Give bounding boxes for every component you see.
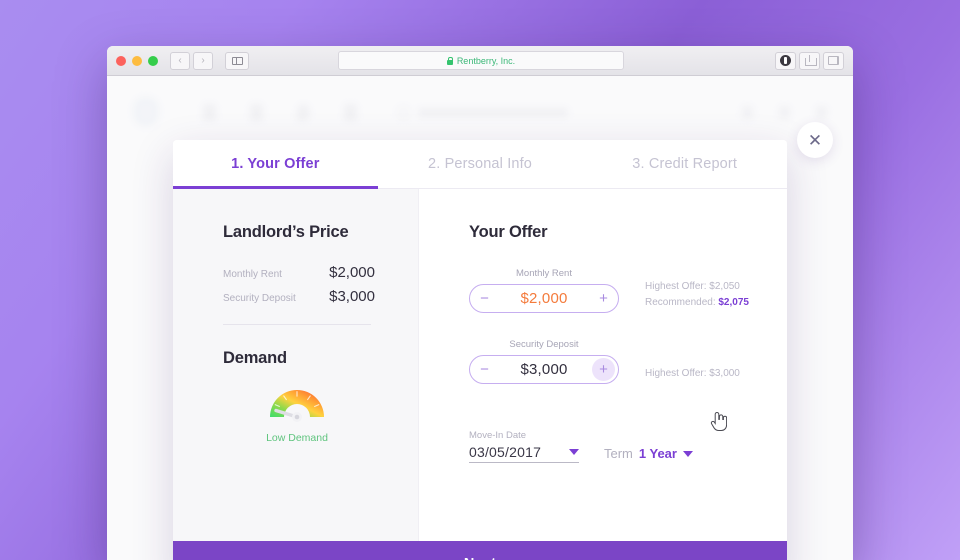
security-deposit-highest-offer: Highest Offer: $3,000	[645, 368, 740, 379]
monthly-rent-stepper-group: Monthly Rent − $2,000 +	[469, 268, 619, 313]
monthly-rent-recommended: Recommended: $2,075	[645, 295, 749, 311]
term-value: 1 Year	[638, 446, 677, 461]
landlord-price-title: Landlord’s Price	[223, 223, 349, 241]
your-offer-title: Your Offer	[469, 223, 548, 241]
security-deposit-hints: Highest Offer: $3,000	[645, 366, 740, 384]
landlord-price-panel: Landlord’s Price Monthly Rent $2,000 Sec…	[173, 189, 419, 541]
demand-gauge: Low Demand	[223, 384, 371, 444]
maximize-window-button[interactable]	[148, 55, 158, 66]
next-button-label: Next	[464, 556, 496, 560]
show-tabs-button[interactable]	[823, 51, 844, 70]
share-button[interactable]	[799, 51, 820, 70]
monthly-rent-field-label: Monthly Rent	[516, 268, 572, 279]
modal-tabbar: 1. Your Offer 2. Personal Info 3. Credit…	[173, 140, 787, 189]
browser-window: ‹ › Rentberry, Inc. ✕ 1. Your Offer 2. P…	[107, 46, 853, 560]
toolbar-right-buttons[interactable]	[775, 51, 844, 70]
your-offer-panel: Your Offer Monthly Rent − $2,000 + Highe…	[419, 189, 787, 541]
offer-modal: 1. Your Offer 2. Personal Info 3. Credit…	[173, 140, 787, 560]
address-bar-text: Rentberry, Inc.	[456, 55, 516, 66]
landlord-price-list: Monthly Rent $2,000 Security Deposit $3,…	[223, 264, 375, 305]
monthly-rent-value: $2,000	[329, 264, 375, 281]
security-deposit-stepper-group: Security Deposit − $3,000 +	[469, 339, 619, 384]
security-deposit-label: Security Deposit	[223, 293, 296, 304]
monthly-rent-input[interactable]: $2,000	[496, 290, 592, 307]
reader-icon	[780, 55, 791, 66]
tab-your-offer-label: 1. Your Offer	[231, 156, 320, 172]
panel-divider	[223, 324, 371, 325]
demand-title: Demand	[223, 349, 287, 367]
chevron-down-icon	[682, 450, 693, 457]
recommended-value: $2,075	[718, 297, 749, 308]
chevron-down-icon	[569, 449, 579, 455]
tab-personal-info[interactable]: 2. Personal Info	[378, 140, 583, 188]
sidebar-icon	[231, 56, 243, 65]
navigation-buttons[interactable]: ‹ ›	[170, 51, 213, 70]
tab-credit-report-label: 3. Credit Report	[632, 156, 738, 172]
reader-button[interactable]	[775, 51, 796, 70]
security-deposit-field-label: Security Deposit	[509, 339, 579, 350]
monthly-rent-hints: Highest Offer: $2,050 Recommended: $2,07…	[645, 279, 749, 313]
tab-credit-report[interactable]: 3. Credit Report	[582, 140, 787, 188]
security-deposit-value: $3,000	[329, 288, 375, 305]
demand-gauge-icon	[270, 390, 324, 422]
security-deposit-input[interactable]: $3,000	[496, 361, 592, 378]
back-button[interactable]: ‹	[170, 51, 190, 70]
tabs-icon	[828, 56, 839, 65]
move-in-date-label: Move-In Date	[469, 430, 527, 441]
address-bar[interactable]: Rentberry, Inc.	[338, 51, 624, 70]
security-deposit-offer-row: Security Deposit − $3,000 + Highest Offe…	[469, 339, 787, 384]
date-term-row: Move-In Date 03/05/2017 Term 1 Year	[469, 430, 787, 463]
price-row: Security Deposit $3,000	[223, 288, 375, 305]
close-modal-button[interactable]: ✕	[797, 122, 833, 158]
monthly-rent-label: Monthly Rent	[223, 269, 282, 280]
monthly-rent-offer-row: Monthly Rent − $2,000 + Highest Offer: $…	[469, 268, 787, 313]
security-deposit-decrement-button[interactable]: −	[473, 358, 496, 381]
monthly-rent-decrement-button[interactable]: −	[473, 287, 496, 310]
lock-icon	[446, 56, 454, 65]
sidebar-toggle-button[interactable]	[225, 51, 249, 70]
price-row: Monthly Rent $2,000	[223, 264, 375, 281]
move-in-date-value: 03/05/2017	[469, 444, 542, 460]
close-window-button[interactable]	[116, 55, 126, 66]
recommended-prefix: Recommended:	[645, 297, 719, 308]
monthly-rent-increment-button[interactable]: +	[592, 287, 615, 310]
forward-button[interactable]: ›	[193, 51, 213, 70]
monthly-rent-highest-offer: Highest Offer: $2,050	[645, 281, 740, 292]
security-deposit-increment-button[interactable]: +	[592, 358, 615, 381]
term-select[interactable]: Term 1 Year	[604, 446, 693, 463]
minimize-window-button[interactable]	[132, 55, 142, 66]
close-icon: ✕	[807, 130, 823, 150]
tab-your-offer[interactable]: 1. Your Offer	[173, 140, 378, 189]
monthly-rent-stepper[interactable]: − $2,000 +	[469, 284, 619, 313]
browser-titlebar: ‹ › Rentberry, Inc.	[107, 46, 853, 76]
term-label: Term	[604, 446, 633, 461]
move-in-date-select[interactable]: 03/05/2017	[469, 444, 579, 463]
modal-body: Landlord’s Price Monthly Rent $2,000 Sec…	[173, 189, 787, 541]
next-button[interactable]: Next	[173, 541, 787, 560]
move-in-date-group: Move-In Date 03/05/2017	[469, 430, 579, 463]
page-content: ✕ 1. Your Offer 2. Personal Info 3. Cred…	[107, 76, 853, 560]
tab-personal-info-label: 2. Personal Info	[428, 156, 532, 172]
window-controls[interactable]	[116, 55, 158, 66]
security-deposit-stepper[interactable]: − $3,000 +	[469, 355, 619, 384]
share-icon	[804, 55, 817, 66]
demand-level-label: Low Demand	[266, 432, 328, 444]
